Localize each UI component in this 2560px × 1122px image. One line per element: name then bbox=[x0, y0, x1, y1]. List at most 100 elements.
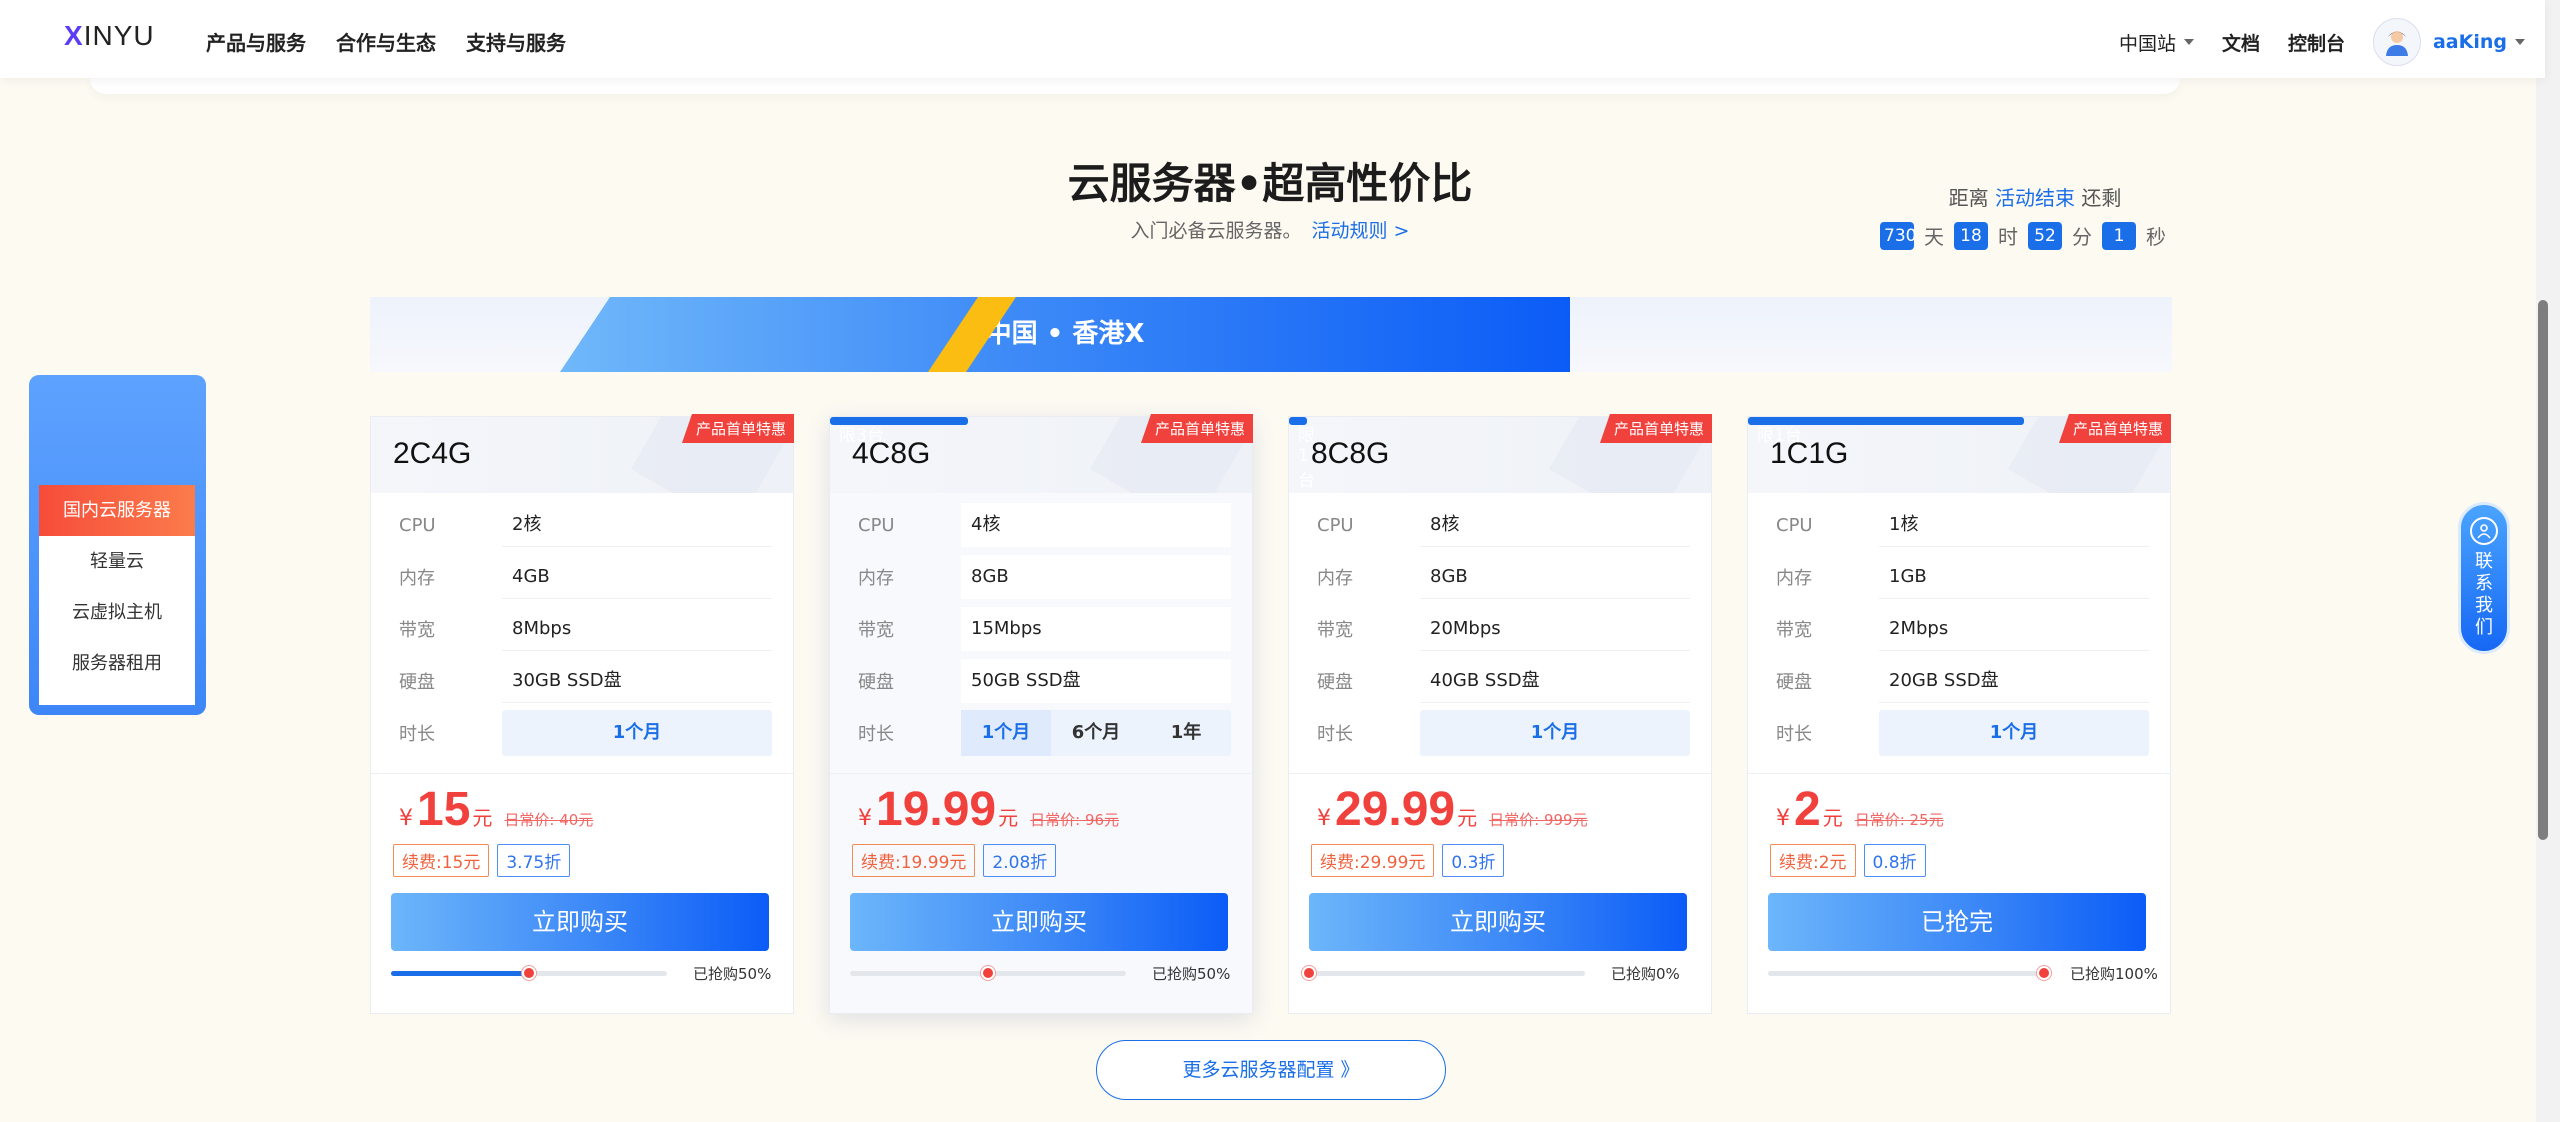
spec-row-cpu: CPU 1核 bbox=[1748, 499, 2170, 551]
currency-symbol: ¥ bbox=[399, 806, 413, 831]
user-circle-icon bbox=[2470, 517, 2498, 545]
product-card[interactable]: 4C8G 产品首单特惠 CPU 4核 内存 8GB 带宽 15Mbps 硬盘 5… bbox=[829, 414, 1253, 1014]
category-sidebar: 国内云服务器 轻量云 云虚拟主机 服务器租用 bbox=[29, 375, 206, 715]
spec-row-cpu: CPU 4核 bbox=[830, 499, 1252, 551]
spec-label: 时长 bbox=[858, 724, 894, 745]
tab-hongkong[interactable]: 中国 • 香港X bbox=[560, 297, 1570, 372]
console-link[interactable]: 控制台 bbox=[2288, 29, 2345, 56]
spec-value-cpu: 2核 bbox=[502, 503, 772, 547]
sidebar-item-virtual-host[interactable]: 云虚拟主机 bbox=[39, 587, 195, 638]
nav-products[interactable]: 产品与服务 bbox=[206, 27, 306, 56]
original-price: 日常价: 25元 bbox=[1854, 811, 1944, 829]
spec-label: CPU bbox=[399, 514, 436, 536]
duration-selector[interactable]: 1个月 bbox=[1420, 710, 1690, 756]
spec-label: 内存 bbox=[1317, 568, 1353, 589]
spec-value-memory: 4GB bbox=[502, 555, 772, 599]
sidebar-item-lightweight-cloud[interactable]: 轻量云 bbox=[39, 536, 195, 587]
subtitle-text: 入门必备云服务器。 bbox=[1130, 220, 1302, 242]
docs-link[interactable]: 文档 bbox=[2222, 29, 2260, 56]
countdown-prefix: 距离 bbox=[1948, 186, 1989, 210]
avatar[interactable] bbox=[2372, 18, 2421, 66]
renew-tag: 续费:2元 bbox=[1770, 844, 1856, 877]
more-configs-button[interactable]: 更多云服务器配置 》 bbox=[1096, 1040, 1446, 1100]
duration-option[interactable]: 6个月 bbox=[1051, 710, 1141, 756]
duration-selector[interactable]: 1个月 6个月 1年 bbox=[961, 710, 1231, 756]
price: ¥ 19.99 元 日常价: 96元 bbox=[830, 782, 1252, 838]
price-tags: 限1台续费:29.99元0.3折 bbox=[1289, 417, 1711, 877]
limit-tag: 限1台 bbox=[1289, 417, 1315, 491]
price: ¥ 2 元 日常价: 25元 bbox=[1748, 782, 2170, 838]
buy-button[interactable]: 已抢完 bbox=[1768, 893, 2146, 951]
flash-icon bbox=[981, 966, 995, 980]
spec-value-memory: 1GB bbox=[1879, 555, 2149, 599]
buy-button[interactable]: 立即购买 bbox=[391, 893, 769, 951]
limit-tag: 限1台 bbox=[1748, 417, 2024, 446]
scrollbar-thumb[interactable] bbox=[2538, 300, 2548, 840]
chevron-down-icon bbox=[2515, 39, 2525, 45]
duration-option[interactable]: 1个月 bbox=[1420, 710, 1690, 756]
sidebar-item-domestic-cloud[interactable]: 国内云服务器 bbox=[39, 485, 195, 536]
price: ¥ 29.99 元 日常价: 999元 bbox=[1289, 782, 1711, 838]
price-tags: 限1台续费:2元0.8折 bbox=[1748, 417, 2170, 877]
sales-progress: 已抢购50% bbox=[371, 963, 793, 984]
spec-list: CPU 4核 内存 8GB 带宽 15Mbps 硬盘 50GB SSD盘 时长 … bbox=[830, 493, 1252, 759]
rules-link[interactable]: 活动规则 > bbox=[1312, 220, 1410, 242]
top-navbar: XINYU 产品与服务 合作与生态 支持与服务 中国站 文档 控制台 aaKin… bbox=[0, 0, 2545, 78]
spec-row-duration: 时长 1个月 bbox=[1748, 707, 2170, 759]
spec-row-duration: 时长 1个月 bbox=[371, 707, 793, 759]
logo-text: INYU bbox=[83, 20, 155, 51]
site-label: 中国站 bbox=[2118, 32, 2176, 55]
countdown-label: 距离 活动结束 还剩 bbox=[1880, 182, 2170, 211]
duration-option[interactable]: 1个月 bbox=[502, 710, 772, 756]
user-menu[interactable]: aaKing bbox=[2433, 31, 2525, 53]
user-icon bbox=[2385, 31, 2408, 56]
spec-row-disk: 硬盘 30GB SSD盘 bbox=[371, 655, 793, 707]
progress-fill bbox=[391, 971, 529, 976]
nav-partners[interactable]: 合作与生态 bbox=[336, 27, 436, 56]
category-list: 国内云服务器 轻量云 云虚拟主机 服务器租用 bbox=[39, 485, 195, 705]
spec-row-bandwidth: 带宽 8Mbps bbox=[371, 603, 793, 655]
price: ¥ 15 元 日常价: 40元 bbox=[371, 782, 793, 838]
promo-badge: 产品首单特惠 bbox=[681, 414, 794, 443]
buy-button[interactable]: 立即购买 bbox=[850, 893, 1228, 951]
product-card[interactable]: 8C8G 产品首单特惠 CPU 8核 内存 8GB 带宽 20Mbps 硬盘 4… bbox=[1288, 414, 1712, 1014]
spec-value-disk: 30GB SSD盘 bbox=[502, 659, 772, 703]
spec-label: CPU bbox=[858, 514, 895, 536]
currency-symbol: ¥ bbox=[1317, 806, 1331, 831]
sold-percentage: 已抢购50% bbox=[693, 965, 772, 983]
original-price: 日常价: 96元 bbox=[1030, 811, 1120, 829]
sold-percentage: 已抢购0% bbox=[1611, 965, 1680, 983]
currency-symbol: ¥ bbox=[1776, 806, 1790, 831]
spec-row-memory: 内存 8GB bbox=[830, 551, 1252, 603]
card-divider bbox=[1289, 773, 1711, 774]
duration-selector[interactable]: 1个月 bbox=[1879, 710, 2149, 756]
chevron-down-icon bbox=[2183, 39, 2194, 45]
promo-badge: 产品首单特惠 bbox=[2058, 414, 2171, 443]
site-selector[interactable]: 中国站 bbox=[2119, 29, 2194, 56]
sales-progress: 已抢购0% bbox=[1289, 963, 1711, 984]
spec-label: 硬盘 bbox=[1776, 672, 1812, 693]
countdown-values: 730 天 18 时 52 分 1 秒 bbox=[1880, 221, 2170, 250]
duration-option[interactable]: 1个月 bbox=[1879, 710, 2149, 756]
duration-option[interactable]: 1年 bbox=[1141, 710, 1231, 756]
flash-icon bbox=[1302, 966, 1316, 980]
buy-button[interactable]: 立即购买 bbox=[1309, 893, 1687, 951]
spec-label: 带宽 bbox=[1317, 620, 1353, 641]
duration-option[interactable]: 1个月 bbox=[961, 710, 1051, 756]
contact-char: 我 bbox=[2475, 595, 2493, 616]
price-value: 29.99 bbox=[1335, 783, 1456, 836]
nav-support[interactable]: 支持与服务 bbox=[466, 27, 566, 56]
currency-symbol: ¥ bbox=[858, 806, 872, 831]
sidebar-item-server-rental[interactable]: 服务器租用 bbox=[39, 638, 195, 689]
spec-row-disk: 硬盘 40GB SSD盘 bbox=[1289, 655, 1711, 707]
logo[interactable]: XINYU bbox=[64, 20, 155, 52]
header-band bbox=[90, 78, 2180, 94]
contact-us-button[interactable]: 联 系 我 们 bbox=[2458, 502, 2510, 654]
product-card[interactable]: 1C1G 产品首单特惠 CPU 1核 内存 1GB 带宽 2Mbps 硬盘 20… bbox=[1747, 414, 2171, 1014]
countdown-minutes: 52 bbox=[2028, 221, 2062, 250]
spec-row-bandwidth: 带宽 20Mbps bbox=[1289, 603, 1711, 655]
spec-value-bandwidth: 8Mbps bbox=[502, 607, 772, 651]
card-divider bbox=[830, 773, 1252, 774]
duration-selector[interactable]: 1个月 bbox=[502, 710, 772, 756]
product-card[interactable]: 2C4G 产品首单特惠 CPU 2核 内存 4GB 带宽 8Mbps 硬盘 30… bbox=[370, 414, 794, 1014]
